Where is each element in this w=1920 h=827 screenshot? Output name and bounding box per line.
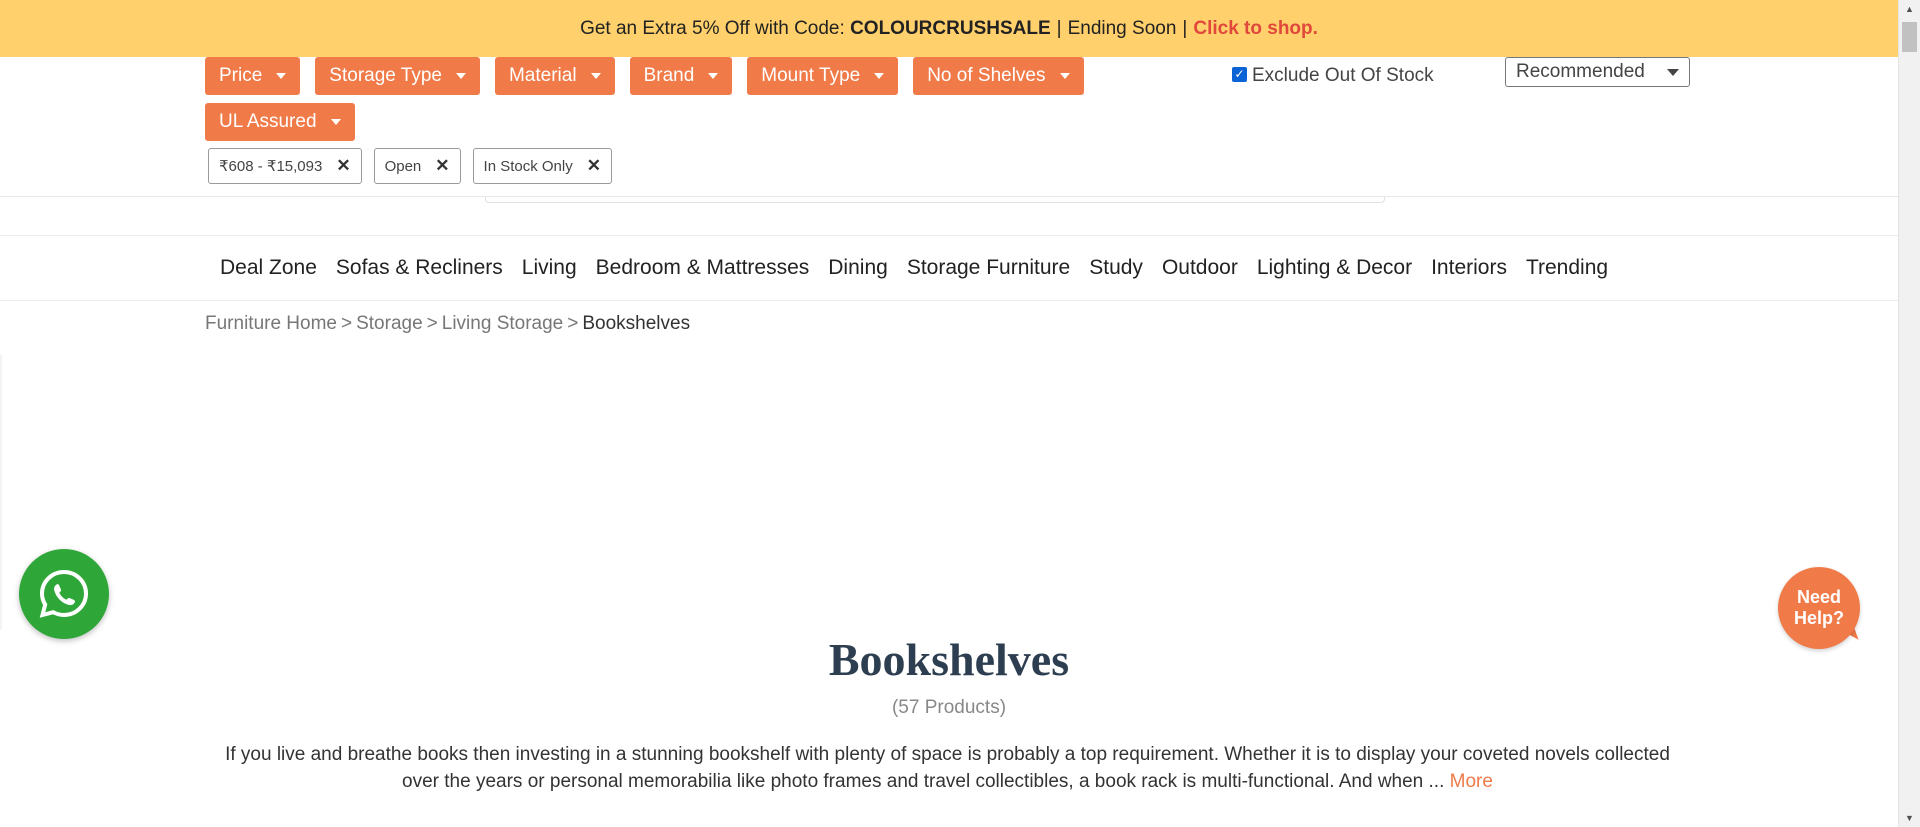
- sort-value: Recommended: [1516, 61, 1645, 82]
- nav-item-bedroom-mattresses[interactable]: Bedroom & Mattresses: [596, 256, 810, 280]
- nav-item-storage-furniture[interactable]: Storage Furniture: [907, 256, 1070, 280]
- scroll-down-icon[interactable]: ▼: [1905, 813, 1914, 823]
- active-filter-open: Open ✕: [373, 148, 461, 184]
- breadcrumb-furniture-home[interactable]: Furniture Home: [205, 313, 337, 335]
- promo-divider: |: [1056, 17, 1062, 39]
- caret-down-icon: [874, 73, 885, 79]
- left-edge-divider: [0, 355, 2, 630]
- breadcrumb-separator: >: [426, 313, 438, 334]
- filter-storage-type[interactable]: Storage Type: [315, 57, 480, 95]
- filter-brand[interactable]: Brand: [629, 57, 733, 95]
- close-icon[interactable]: ✕: [587, 156, 601, 176]
- nav-item-living[interactable]: Living: [522, 256, 577, 280]
- product-count: (57 Products): [891, 697, 1007, 718]
- filter-label: UL Assured: [219, 111, 317, 132]
- scrollbar[interactable]: ▲ ▼: [1898, 0, 1920, 827]
- main-nav: Deal Zone Sofas & Recliners Living Bedro…: [0, 235, 1898, 301]
- promo-cta-link[interactable]: Click to shop.: [1193, 18, 1318, 40]
- filter-label: Brand: [643, 65, 695, 86]
- filter-mount-type[interactable]: Mount Type: [747, 57, 899, 95]
- filter-price[interactable]: Price: [205, 57, 301, 95]
- filter-bar: Price Storage Type Material Brand Mount …: [0, 57, 1898, 197]
- caret-down-icon: [276, 73, 287, 79]
- filter-label: Mount Type: [761, 65, 861, 86]
- filter-material[interactable]: Material: [494, 57, 615, 95]
- filter-label: No of Shelves: [927, 65, 1046, 86]
- caret-down-icon: [455, 73, 466, 79]
- breadcrumb: Furniture Home > Storage > Living Storag…: [205, 313, 690, 335]
- active-filter-price: ₹608 - ₹15,093 ✕: [208, 148, 362, 184]
- active-filters: ₹608 - ₹15,093 ✕ Open ✕ In Stock Only ✕: [208, 148, 612, 184]
- nav-item-interiors[interactable]: Interiors: [1431, 256, 1507, 280]
- nav-item-outdoor[interactable]: Outdoor: [1162, 256, 1238, 280]
- nav-item-dining[interactable]: Dining: [828, 256, 888, 280]
- breadcrumb-living-storage[interactable]: Living Storage: [442, 313, 563, 335]
- promo-banner[interactable]: Get an Extra 5% Off with Code: COLOURCRU…: [0, 0, 1898, 57]
- filter-chips: Price Storage Type Material Brand Mount …: [205, 57, 1165, 141]
- need-help-line2: Help?: [1793, 608, 1844, 628]
- caret-down-icon: [708, 73, 719, 79]
- sort-select[interactable]: Recommended: [1505, 57, 1690, 87]
- active-filter-label: In Stock Only: [483, 157, 573, 175]
- close-icon[interactable]: ✕: [435, 156, 449, 176]
- filter-label: Price: [219, 65, 263, 86]
- active-filter-label: ₹608 - ₹15,093: [219, 158, 323, 175]
- nav-item-sofas-recliners[interactable]: Sofas & Recliners: [336, 256, 503, 280]
- category-description: If you live and breathe books then inves…: [215, 741, 1680, 795]
- breadcrumb-storage[interactable]: Storage: [356, 313, 423, 335]
- whatsapp-button[interactable]: [19, 549, 109, 639]
- nav-item-lighting-decor[interactable]: Lighting & Decor: [1257, 256, 1412, 280]
- scrollbar-thumb[interactable]: [1902, 22, 1917, 52]
- promo-text: Get an Extra 5% Off with Code:: [580, 17, 845, 39]
- filter-label: Storage Type: [329, 65, 442, 86]
- promo-divider-2: |: [1182, 17, 1188, 39]
- promo-ending: Ending Soon: [1067, 17, 1177, 39]
- page: Get an Extra 5% Off with Code: COLOURCRU…: [0, 0, 1920, 827]
- exclude-out-of-stock-label: Exclude Out Of Stock: [1252, 65, 1434, 86]
- caret-down-icon: [1059, 73, 1070, 79]
- filter-no-of-shelves[interactable]: No of Shelves: [913, 57, 1084, 95]
- main-nav-items: Deal Zone Sofas & Recliners Living Bedro…: [220, 236, 1608, 300]
- checkbox-checked-icon[interactable]: ✓: [1232, 66, 1247, 82]
- breadcrumb-separator: >: [567, 313, 579, 334]
- filter-label: Material: [508, 65, 577, 86]
- breadcrumb-current: Bookshelves: [582, 313, 691, 334]
- exclude-out-of-stock-toggle[interactable]: ✓ Exclude Out Of Stock: [1232, 57, 1434, 95]
- nav-item-study[interactable]: Study: [1089, 256, 1143, 280]
- active-filter-in-stock: In Stock Only ✕: [472, 148, 612, 184]
- active-filter-label: Open: [384, 157, 422, 175]
- filter-ul-assured[interactable]: UL Assured: [205, 103, 355, 141]
- read-more-link[interactable]: More: [1450, 771, 1493, 792]
- nav-item-trending[interactable]: Trending: [1526, 256, 1608, 280]
- close-icon[interactable]: ✕: [336, 156, 350, 176]
- breadcrumb-separator: >: [341, 313, 353, 334]
- caret-down-icon: [590, 73, 601, 79]
- promo-code: COLOURCRUSHSALE: [850, 17, 1051, 39]
- caret-down-icon: [330, 119, 341, 125]
- scroll-up-icon[interactable]: ▲: [1905, 4, 1914, 14]
- nav-item-deal-zone[interactable]: Deal Zone: [220, 256, 317, 280]
- chevron-down-icon: [1667, 68, 1679, 76]
- page-title: Bookshelves: [828, 634, 1070, 685]
- whatsapp-icon: [39, 569, 89, 618]
- need-help-line1: Need: [1796, 587, 1841, 607]
